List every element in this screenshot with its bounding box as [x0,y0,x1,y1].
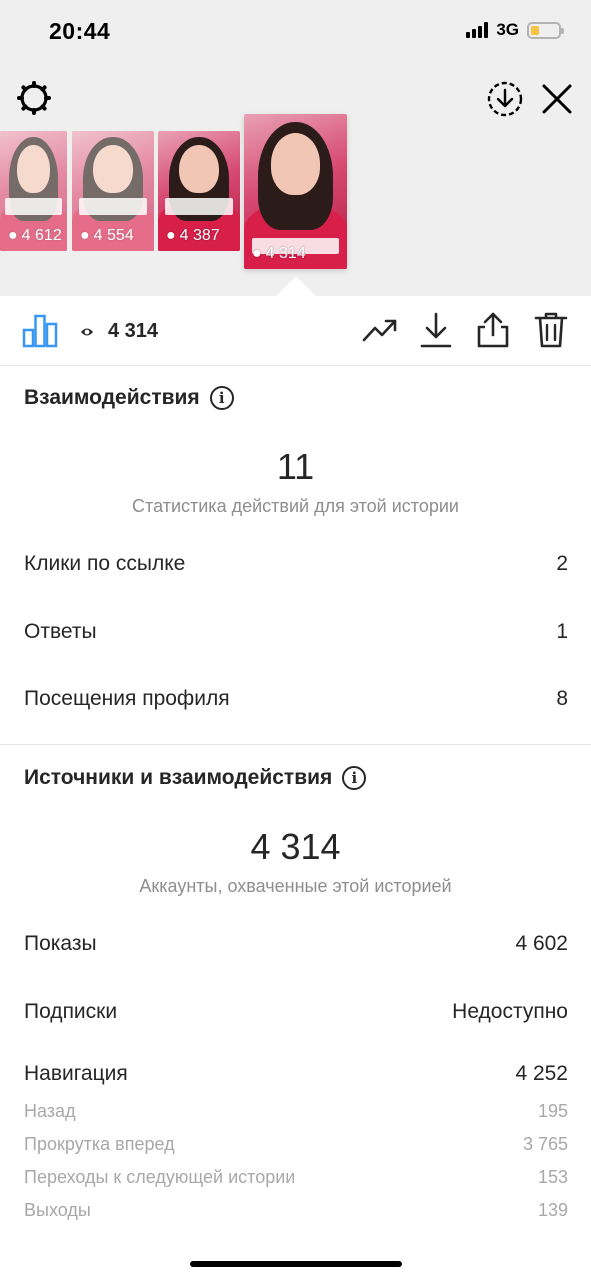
eye-icon: ● [252,245,262,262]
stat-label: Прокрутка вперед [24,1134,175,1154]
trending-icon[interactable] [362,316,398,344]
stat-row-profile-visits: Посещения профиля 8 [24,687,568,711]
stat-value: 139 [537,1200,568,1220]
network-type: 3G [496,20,519,39]
eye-icon: ● [80,227,90,244]
gear-icon[interactable] [16,80,52,116]
share-icon[interactable] [476,311,510,349]
stat-label: Назад [24,1101,76,1121]
story-thumbnail[interactable]: ● 4 554 [72,131,154,251]
nav-row-back: Назад 195 [24,1101,568,1122]
battery-icon [527,21,564,39]
stat-value: 4 602 [515,932,568,955]
story-thumbnail[interactable]: ● 4 612 [0,131,67,251]
stat-label: Ответы [24,620,97,643]
story-thumbnail-selected[interactable]: ● 4 314 [244,114,347,269]
battery-level [531,25,539,35]
action-bar: 4 314 [0,296,591,366]
reach-caption: Аккаунты, охваченные этой историей [139,876,452,896]
interactions-section-title: Взаимодействия i [24,386,234,410]
stat-value: 3 765 [522,1134,568,1154]
stat-value: 153 [537,1167,568,1187]
status-indicators: 3G [466,20,564,40]
stat-value: 4 252 [515,1062,568,1085]
stat-value: 195 [537,1101,568,1121]
close-icon[interactable] [538,80,576,118]
stat-row-impressions: Показы 4 602 [24,932,568,956]
insights-icon[interactable] [22,312,58,348]
stat-value: Недоступно [452,1000,568,1023]
reach-section-title: Источники и взаимодействия i [24,766,367,790]
section-divider [0,744,591,745]
stat-value: 2 [556,552,568,575]
story-thumbnail[interactable]: ● 4 387 [158,131,240,251]
eye-icon: ● [8,227,18,244]
reach-total: 4 314 [250,826,341,867]
stat-label: Подписки [24,1000,118,1023]
story-views: ● 4 387 [166,227,220,244]
stat-value: 1 [556,620,568,643]
download-icon[interactable] [420,311,452,349]
info-icon[interactable]: i [342,766,367,790]
home-indicator[interactable] [190,1261,402,1267]
interactions-caption: Статистика действий для этой истории [132,496,459,516]
trash-icon[interactable] [534,311,568,349]
story-views: ● 4 612 [8,227,62,244]
save-story-icon[interactable] [486,80,524,118]
views-count: 4 314 [80,320,158,343]
stat-label: Навигация [24,1062,128,1085]
nav-row-forward: Прокрутка вперед 3 765 [24,1134,568,1155]
stat-row-navigation: Навигация 4 252 [24,1062,568,1086]
status-bar: 20:44 3G [0,0,591,64]
views-value: 4 314 [108,320,159,342]
stat-row-link-clicks: Клики по ссылке 2 [24,552,568,576]
interactions-total: 11 [276,446,315,487]
stat-label: Посещения профиля [24,687,230,710]
info-icon[interactable]: i [209,386,234,410]
eye-icon [81,328,93,335]
stat-label: Выходы [24,1200,91,1220]
stat-value: 8 [556,687,568,710]
stat-row-follows: Подписки Недоступно [24,1000,568,1024]
stat-label: Переходы к следующей истории [24,1167,296,1187]
story-views: ● 4 314 [252,245,306,262]
stat-row-replies: Ответы 1 [24,620,568,644]
nav-row-exits: Выходы 139 [24,1200,568,1221]
nav-row-next-story: Переходы к следующей истории 153 [24,1167,568,1188]
status-time: 20:44 [49,18,111,44]
signal-icon [466,22,489,38]
stat-label: Показы [24,932,97,955]
eye-icon: ● [166,227,176,244]
stat-label: Клики по ссылке [24,552,186,575]
story-views: ● 4 554 [80,227,134,244]
